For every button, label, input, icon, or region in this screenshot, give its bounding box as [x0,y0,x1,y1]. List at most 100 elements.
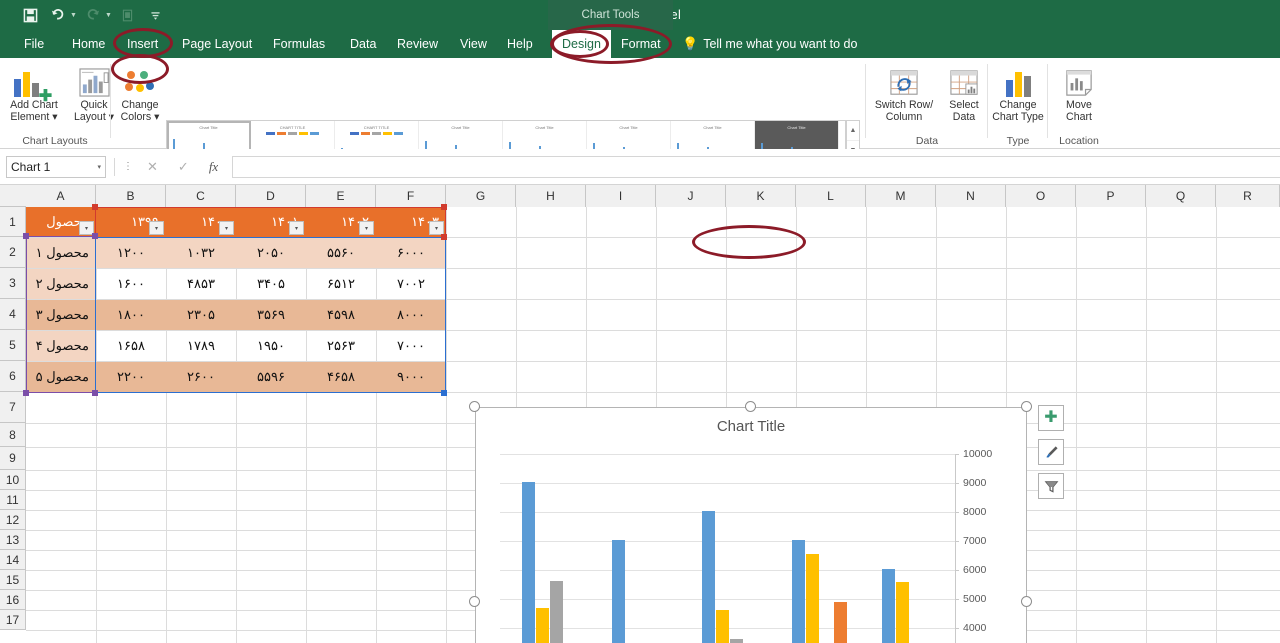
cell-a5[interactable]: محصول ۴ [26,331,96,361]
tab-data[interactable]: Data [340,30,386,58]
cell-a4[interactable]: محصول ۳ [26,300,96,330]
cell-f4[interactable]: ۸۰۰۰ [376,300,446,330]
tab-formulas[interactable]: Formulas [263,30,335,58]
cell-d2[interactable]: ۲۰۵۰ [236,238,306,268]
bar-group-mahsul-4[interactable] [612,540,681,643]
chart-plot-area[interactable]: 10000 9000 8000 7000 6000 5000 4000 3000… [500,454,955,643]
row-header-4[interactable]: 4 [0,299,26,330]
row-header-17[interactable]: 17 [0,610,26,630]
tab-insert[interactable]: Insert [117,30,168,58]
gallery-scroll-up-button[interactable]: ▲ [847,121,859,141]
chart-resize-handle-mr[interactable] [1021,596,1032,607]
row-header-14[interactable]: 14 [0,550,26,570]
cell-c3[interactable]: ۴۸۵۳ [166,269,236,299]
tab-view[interactable]: View [450,30,497,58]
row-header-5[interactable]: 5 [0,330,26,361]
row-header-13[interactable]: 13 [0,530,26,550]
name-box-caret-icon[interactable]: ▾ [97,163,101,171]
row-header-7[interactable]: 7 [0,392,26,423]
cell-a3[interactable]: محصول ۲ [26,269,96,299]
column-header-q[interactable]: Q [1146,185,1216,207]
customize-qat-icon[interactable] [144,3,168,27]
column-header-c[interactable]: C [166,185,236,207]
tab-design[interactable]: Design [552,30,611,58]
row-header-8[interactable]: 8 [0,423,26,447]
cell-d5[interactable]: ۱۹۵۰ [236,331,306,361]
chart-title[interactable]: Chart Title [476,418,1026,435]
row-header-3[interactable]: 3 [0,268,26,299]
cell-d3[interactable]: ۳۴۰۵ [236,269,306,299]
bar-group-mahsul-2[interactable] [792,540,861,643]
column-header-h[interactable]: H [516,185,586,207]
cell-d6[interactable]: ۵۵۹۶ [236,362,306,392]
chart-filters-button[interactable] [1038,473,1064,499]
chart-resize-handle-ml[interactable] [469,596,480,607]
tab-file[interactable]: File [14,30,54,58]
cell-b2[interactable]: ۱۲۰۰ [96,238,166,268]
column-header-g[interactable]: G [446,185,516,207]
cell-f3[interactable]: ۷۰۰۲ [376,269,446,299]
column-header-i[interactable]: I [586,185,656,207]
cell-a6[interactable]: محصول ۵ [26,362,96,392]
row-header-10[interactable]: 10 [0,470,26,490]
filter-dropdown-f1[interactable]: ▾ [429,221,444,235]
bar-group-mahsul-1[interactable] [882,569,951,643]
row-header-15[interactable]: 15 [0,570,26,590]
chart-styles-button[interactable] [1038,439,1064,465]
tab-page-layout[interactable]: Page Layout [172,30,262,58]
cell-a2[interactable]: محصول ۱ [26,238,96,268]
cell-e4[interactable]: ۴۵۹۸ [306,300,376,330]
cell-b3[interactable]: ۱۶۰۰ [96,269,166,299]
column-header-b[interactable]: B [96,185,166,207]
cell-e3[interactable]: ۶۵۱۲ [306,269,376,299]
cell-c4[interactable]: ۲۳۰۵ [166,300,236,330]
cell-b4[interactable]: ۱۸۰۰ [96,300,166,330]
chart-resize-handle-tl[interactable] [469,401,480,412]
move-chart-button[interactable]: MoveChart [1048,63,1110,123]
touch-mode-icon[interactable] [116,3,140,27]
bar-group-mahsul-3[interactable] [702,511,771,643]
tab-help[interactable]: Help [497,30,543,58]
cell-c2[interactable]: ۱۰۳۲ [166,238,236,268]
column-header-p[interactable]: P [1076,185,1146,207]
cell-c6[interactable]: ۲۶۰۰ [166,362,236,392]
row-header-9[interactable]: 9 [0,447,26,470]
cell-b5[interactable]: ۱۶۵۸ [96,331,166,361]
chart-elements-button[interactable]: ✚ [1038,405,1064,431]
select-data-button[interactable]: SelectData [940,63,988,123]
filter-dropdown-b1[interactable]: ▾ [149,221,164,235]
cell-e6[interactable]: ۴۶۵۸ [306,362,376,392]
cell-f6[interactable]: ۹۰۰۰ [376,362,446,392]
column-header-e[interactable]: E [306,185,376,207]
insert-function-icon[interactable]: fx [209,159,218,175]
formula-bar-grip[interactable]: ⋮ [123,163,133,171]
row-header-11[interactable]: 11 [0,490,26,510]
column-header-j[interactable]: J [656,185,726,207]
cell-e5[interactable]: ۲۵۶۳ [306,331,376,361]
column-header-k[interactable]: K [726,185,796,207]
filter-dropdown-d1[interactable]: ▾ [289,221,304,235]
chart-resize-handle-tc[interactable] [745,401,756,412]
change-colors-button[interactable]: ChangeColors ▾ [112,63,168,123]
row-header-6[interactable]: 6 [0,361,26,392]
row-header-12[interactable]: 12 [0,510,26,530]
bar-group-mahsul-5[interactable] [522,482,591,643]
filter-dropdown-e1[interactable]: ▾ [359,221,374,235]
tab-review[interactable]: Review [387,30,448,58]
tell-me-search[interactable]: 💡 Tell me what you want to do [682,30,857,58]
name-box[interactable]: Chart 1 ▾ [6,156,106,178]
column-header-a[interactable]: A [26,185,96,207]
column-header-d[interactable]: D [236,185,306,207]
column-header-l[interactable]: L [796,185,866,207]
redo-icon[interactable] [81,3,105,27]
column-header-r[interactable]: R [1216,185,1280,207]
tab-format[interactable]: Format [611,30,671,58]
cell-b6[interactable]: ۲۲۰۰ [96,362,166,392]
column-header-o[interactable]: O [1006,185,1076,207]
row-header-16[interactable]: 16 [0,590,26,610]
change-chart-type-button[interactable]: ChangeChart Type [988,63,1048,123]
row-header-2[interactable]: 2 [0,237,26,268]
chart-object[interactable]: Chart Title 10000 9000 8000 7000 6000 50… [475,407,1027,643]
undo-dropdown-caret[interactable]: ▼ [70,12,77,19]
cell-e2[interactable]: ۵۵۶۰ [306,238,376,268]
